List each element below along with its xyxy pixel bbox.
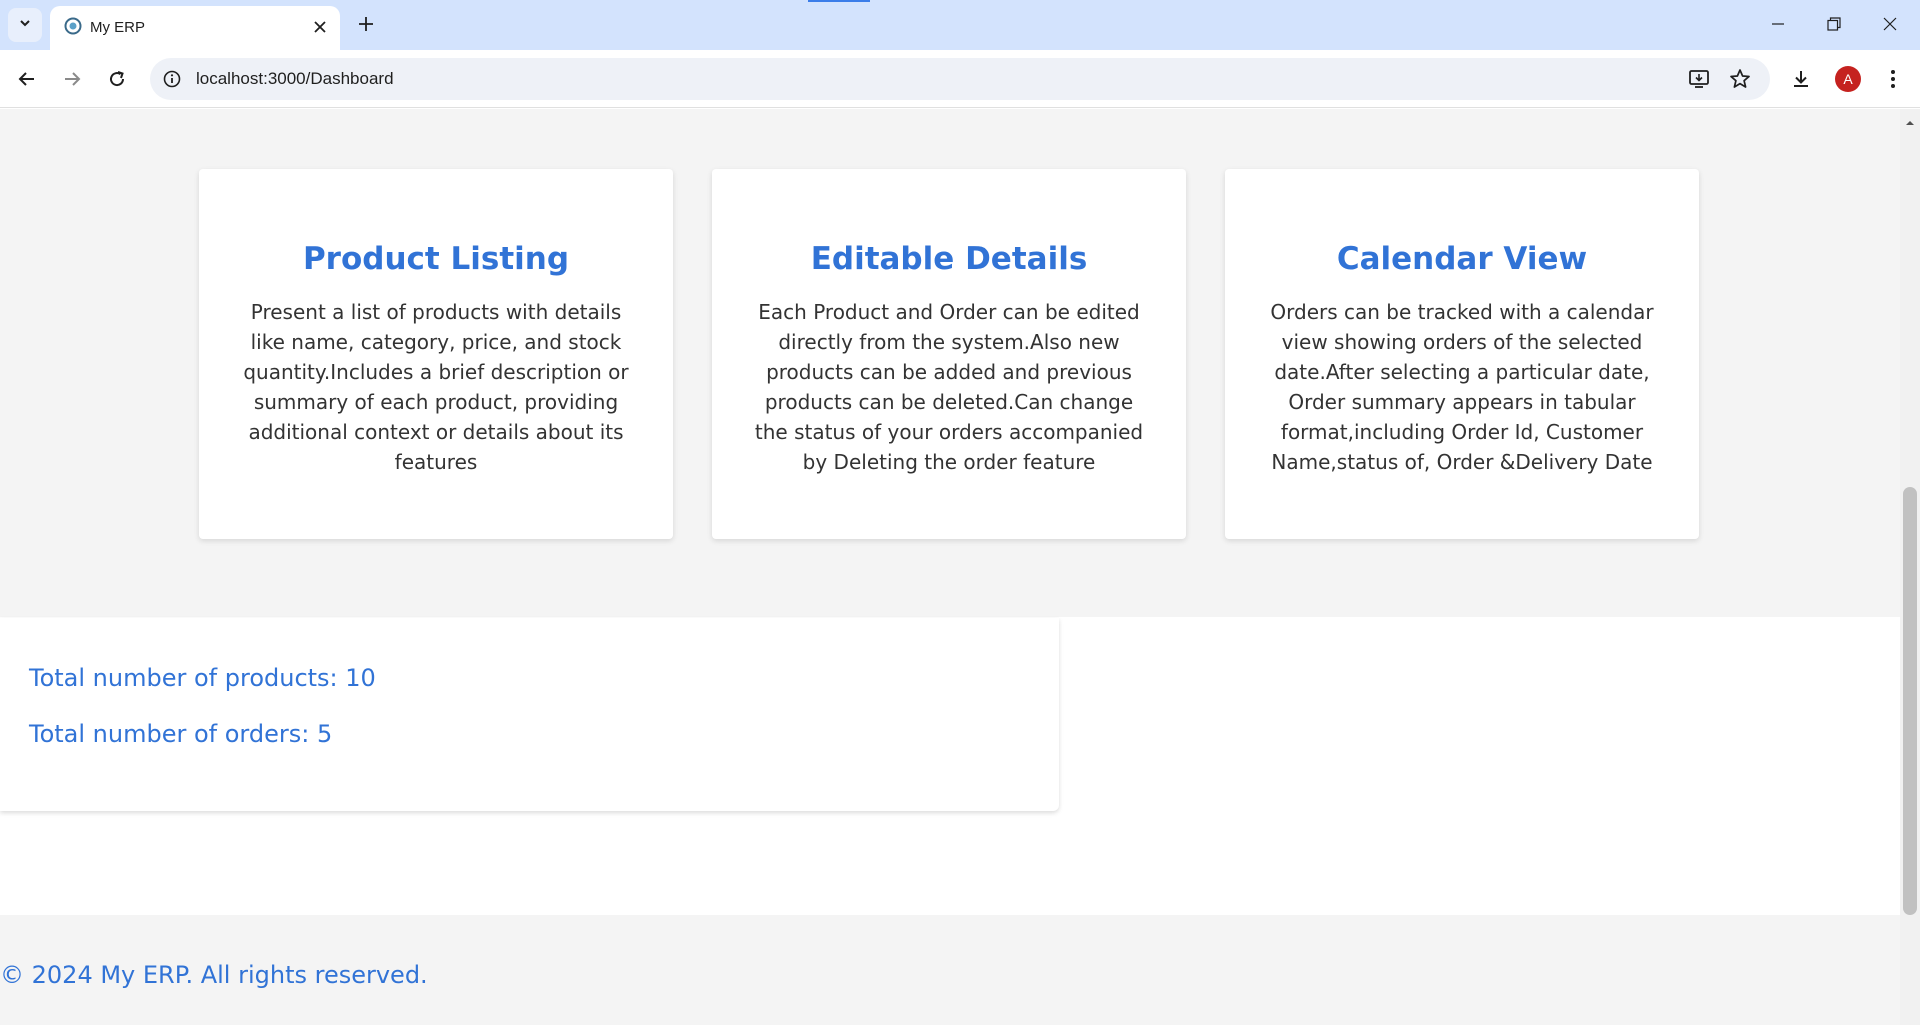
downloads-icon[interactable] <box>1784 62 1818 96</box>
profile-avatar[interactable]: A <box>1835 66 1861 92</box>
forward-button[interactable] <box>55 62 89 96</box>
scroll-up-arrow-icon[interactable] <box>1904 115 1916 125</box>
feature-card-editable-details: Editable Details Each Product and Order … <box>712 169 1186 539</box>
copyright-text: © 2024 My ERP. All rights reserved. <box>0 961 428 989</box>
address-bar[interactable]: localhost:3000/Dashboard <box>150 58 1770 100</box>
restore-button[interactable] <box>1816 8 1852 40</box>
browser-tab-strip: My ERP <box>0 0 1920 50</box>
stats-panel: Total number of products: 10 Total numbe… <box>0 618 1059 811</box>
install-app-icon[interactable] <box>1687 67 1711 91</box>
features-section: Product Listing Present a list of produc… <box>0 109 1900 617</box>
page-viewport: Product Listing Present a list of produc… <box>0 109 1900 1025</box>
more-menu-icon[interactable] <box>1876 62 1910 96</box>
tab-search-button[interactable] <box>8 8 42 42</box>
minimize-button[interactable] <box>1760 8 1796 40</box>
feature-card-calendar-view: Calendar View Orders can be tracked with… <box>1225 169 1699 539</box>
total-orders-stat: Total number of orders: 5 <box>29 720 333 748</box>
feature-description: Each Product and Order can be edited dir… <box>754 300 1144 474</box>
browser-tab[interactable]: My ERP <box>50 6 340 50</box>
page-footer: © 2024 My ERP. All rights reserved. <box>0 915 1900 1025</box>
bookmark-star-icon[interactable] <box>1728 67 1752 91</box>
feature-description: Orders can be tracked with a calendar vi… <box>1270 300 1654 474</box>
feature-card-product-listing: Product Listing Present a list of produc… <box>199 169 673 539</box>
close-tab-icon[interactable] <box>308 15 332 39</box>
feature-title: Product Listing <box>302 241 570 277</box>
total-products-stat: Total number of products: 10 <box>29 664 376 692</box>
browser-toolbar: localhost:3000/Dashboard A <box>0 50 1920 108</box>
scrollbar-thumb[interactable] <box>1903 487 1917 915</box>
chevron-down-icon <box>18 16 32 35</box>
new-tab-button[interactable] <box>352 10 380 38</box>
vertical-scrollbar[interactable] <box>1900 109 1920 1025</box>
back-button[interactable] <box>10 62 44 96</box>
feature-description: Present a list of products with details … <box>243 300 629 474</box>
tab-strip-indicator <box>808 0 870 2</box>
reload-button[interactable] <box>100 62 134 96</box>
feature-title: Editable Details <box>810 241 1088 277</box>
favicon-icon <box>64 17 82 35</box>
feature-title: Calendar View <box>1336 241 1588 277</box>
tab-title: My ERP <box>90 19 146 36</box>
url-text: localhost:3000/Dashboard <box>196 69 394 88</box>
site-info-icon[interactable] <box>160 67 184 91</box>
close-window-button[interactable] <box>1872 8 1908 40</box>
